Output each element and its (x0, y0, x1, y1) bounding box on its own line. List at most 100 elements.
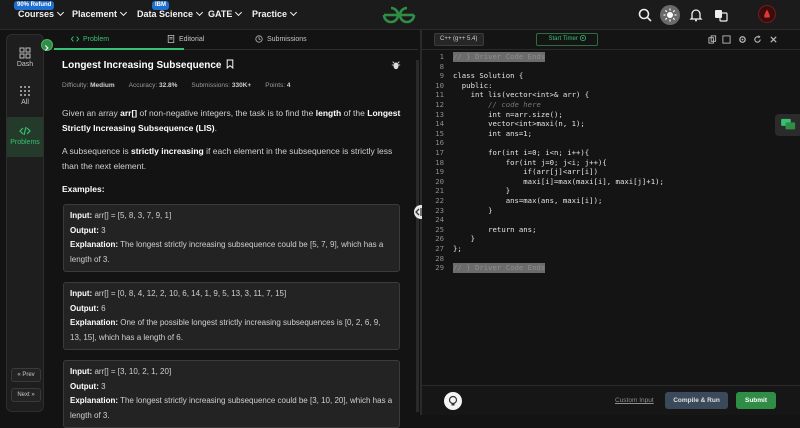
start-timer-button[interactable]: Start Timer (536, 33, 598, 46)
line-number: 17 (435, 148, 444, 157)
top-navbar: 90% Refund IBM Courses Placement Data Sc… (0, 0, 800, 30)
code-line: 14 vector<int>maxi(n, 1); (422, 119, 800, 129)
chevron-down-icon (195, 8, 204, 17)
code-line: 22 ans=max(ans, maxi[i]); (422, 196, 800, 206)
submit-button[interactable]: Submit (736, 392, 776, 409)
line-text: int ans=1; (453, 128, 533, 138)
line-text: class Solution { (453, 71, 524, 81)
problem-description: Given an array arr[] of non-negative int… (62, 106, 402, 205)
chevron-down-icon (56, 8, 65, 17)
collapse-sidebar-button[interactable] (41, 39, 53, 51)
gfg-logo[interactable] (381, 4, 417, 26)
nav-gate[interactable]: GATE (208, 8, 243, 19)
example-input: Input: arr[] = [3, 10, 2, 1, 20] (70, 367, 172, 376)
nav-practice[interactable]: Practice (252, 8, 298, 19)
code-icon (71, 36, 79, 42)
difficulty: Difficulty: Medium (62, 82, 115, 89)
chat-widget-button[interactable] (775, 114, 800, 136)
line-text: } (453, 205, 493, 215)
translate-icon[interactable] (713, 7, 729, 23)
line-number: 18 (435, 157, 444, 167)
code-line: 29 // } Driver Code Ends (422, 263, 800, 273)
hint-button[interactable] (444, 392, 462, 410)
nav-placement[interactable]: Placement (72, 8, 128, 19)
line-number: 9 (439, 71, 444, 81)
bell-icon[interactable] (688, 7, 704, 23)
example-output: Output: 3 (70, 225, 106, 235)
editor-toolbar: C++ (g++ 5.4) Start Timer (422, 30, 800, 50)
line-number: 14 (435, 119, 444, 129)
line-text: // } Driver Code Ends (453, 52, 546, 62)
line-number: 20 (435, 176, 444, 186)
line-number: 1 (439, 52, 444, 61)
line-number: 19 (435, 167, 444, 177)
compile-run-button[interactable]: Compile & Run (665, 392, 728, 409)
points: Points: 4 (265, 82, 291, 89)
line-text: int lis(vector<int>& arr) { (453, 90, 590, 100)
code-line: 13 int n=arr.size(); (422, 110, 800, 120)
code-line: 24 (422, 215, 800, 225)
example-input: Input: arr[] = [0, 8, 4, 12, 2, 10, 6, 1… (70, 289, 287, 298)
settings-icon[interactable] (738, 35, 747, 44)
code-line: 26 } (422, 234, 800, 244)
code-line: 18 for(int j=0; j<i; j++){ (422, 158, 800, 168)
code-line: 10 public: (422, 81, 800, 91)
line-number: 8 (439, 61, 444, 71)
line-text: } (453, 234, 475, 244)
line-text: return ans; (453, 224, 537, 234)
lightbulb-icon (448, 395, 458, 406)
chevron-right-icon (44, 45, 49, 51)
next-button[interactable]: Next » (11, 388, 41, 402)
line-number: 23 (435, 205, 444, 215)
line-text: public: (453, 80, 493, 90)
line-number: 10 (435, 80, 444, 90)
example-box-1: Input: arr[] = [5, 8, 3, 7, 9, 1] Output… (63, 204, 400, 272)
tab-problem[interactable]: Problem (71, 35, 109, 43)
chevron-down-icon (119, 8, 128, 17)
bug-report-icon[interactable] (391, 60, 401, 70)
close-icon[interactable] (769, 35, 778, 44)
example-output: Output: 6 (70, 303, 106, 313)
code-line: 21 } (422, 186, 800, 196)
nav-courses[interactable]: Courses (18, 8, 65, 19)
sidebar-item-all[interactable]: All (7, 85, 43, 106)
fullscreen-icon[interactable] (722, 35, 731, 44)
example-explanation: Explanation: One of the possible longest… (70, 318, 381, 342)
code-line: 20 maxi[i]=max(maxi[i], maxi[j]+1); (422, 177, 800, 187)
avatar[interactable] (758, 5, 776, 23)
user-avatar-icon (764, 9, 770, 18)
nav-data-science[interactable]: Data Science (137, 8, 204, 19)
search-icon[interactable] (637, 7, 653, 23)
problem-scrollbar[interactable] (416, 60, 419, 412)
line-number: 22 (435, 196, 444, 205)
code-line: 19 if(arr[j]<arr[i]) (422, 167, 800, 177)
tab-editorial[interactable]: Editorial (167, 35, 204, 43)
problem-meta: Difficulty: Medium Accuracy: 32.8% Submi… (62, 82, 291, 89)
problem-tabs: Problem Editorial Submissions (41, 30, 418, 51)
code-line: 27}; (422, 244, 800, 254)
tab-submissions[interactable]: Submissions (255, 35, 307, 43)
sidebar-item-problems[interactable]: Problems (7, 117, 43, 157)
reset-icon[interactable] (753, 35, 762, 44)
code-line: 16 (422, 138, 800, 148)
prev-button[interactable]: « Prev (11, 368, 41, 382)
copy-icon[interactable] (708, 35, 717, 44)
bookmark-icon[interactable] (226, 59, 234, 70)
example-box-2: Input: arr[] = [0, 8, 4, 12, 2, 10, 6, 1… (63, 282, 400, 350)
line-number: 11 (435, 90, 444, 100)
editor-panel: C++ (g++ 5.4) Start Timer 1 // } Driver C… (422, 30, 800, 415)
line-number: 15 (435, 128, 444, 138)
code-icon (19, 126, 31, 136)
line-number: 29 (435, 263, 444, 273)
line-number: 21 (435, 186, 444, 196)
example-explanation: Explanation: The longest strictly increa… (70, 396, 393, 420)
example-explanation: Explanation: The longest strictly increa… (70, 240, 384, 264)
sidebar-item-dash[interactable]: Dash (7, 47, 43, 68)
code-line: 17 for(int i=0; i<n; i++){ (422, 148, 800, 158)
language-select[interactable]: C++ (g++ 5.4) (434, 33, 484, 46)
code-line: 8 (422, 62, 800, 72)
left-sidebar: Dash All Problems « Prev Next » (6, 34, 44, 412)
line-number: 12 (435, 100, 444, 109)
custom-input-link[interactable]: Custom Input (615, 397, 654, 404)
theme-toggle-button[interactable] (660, 5, 680, 25)
